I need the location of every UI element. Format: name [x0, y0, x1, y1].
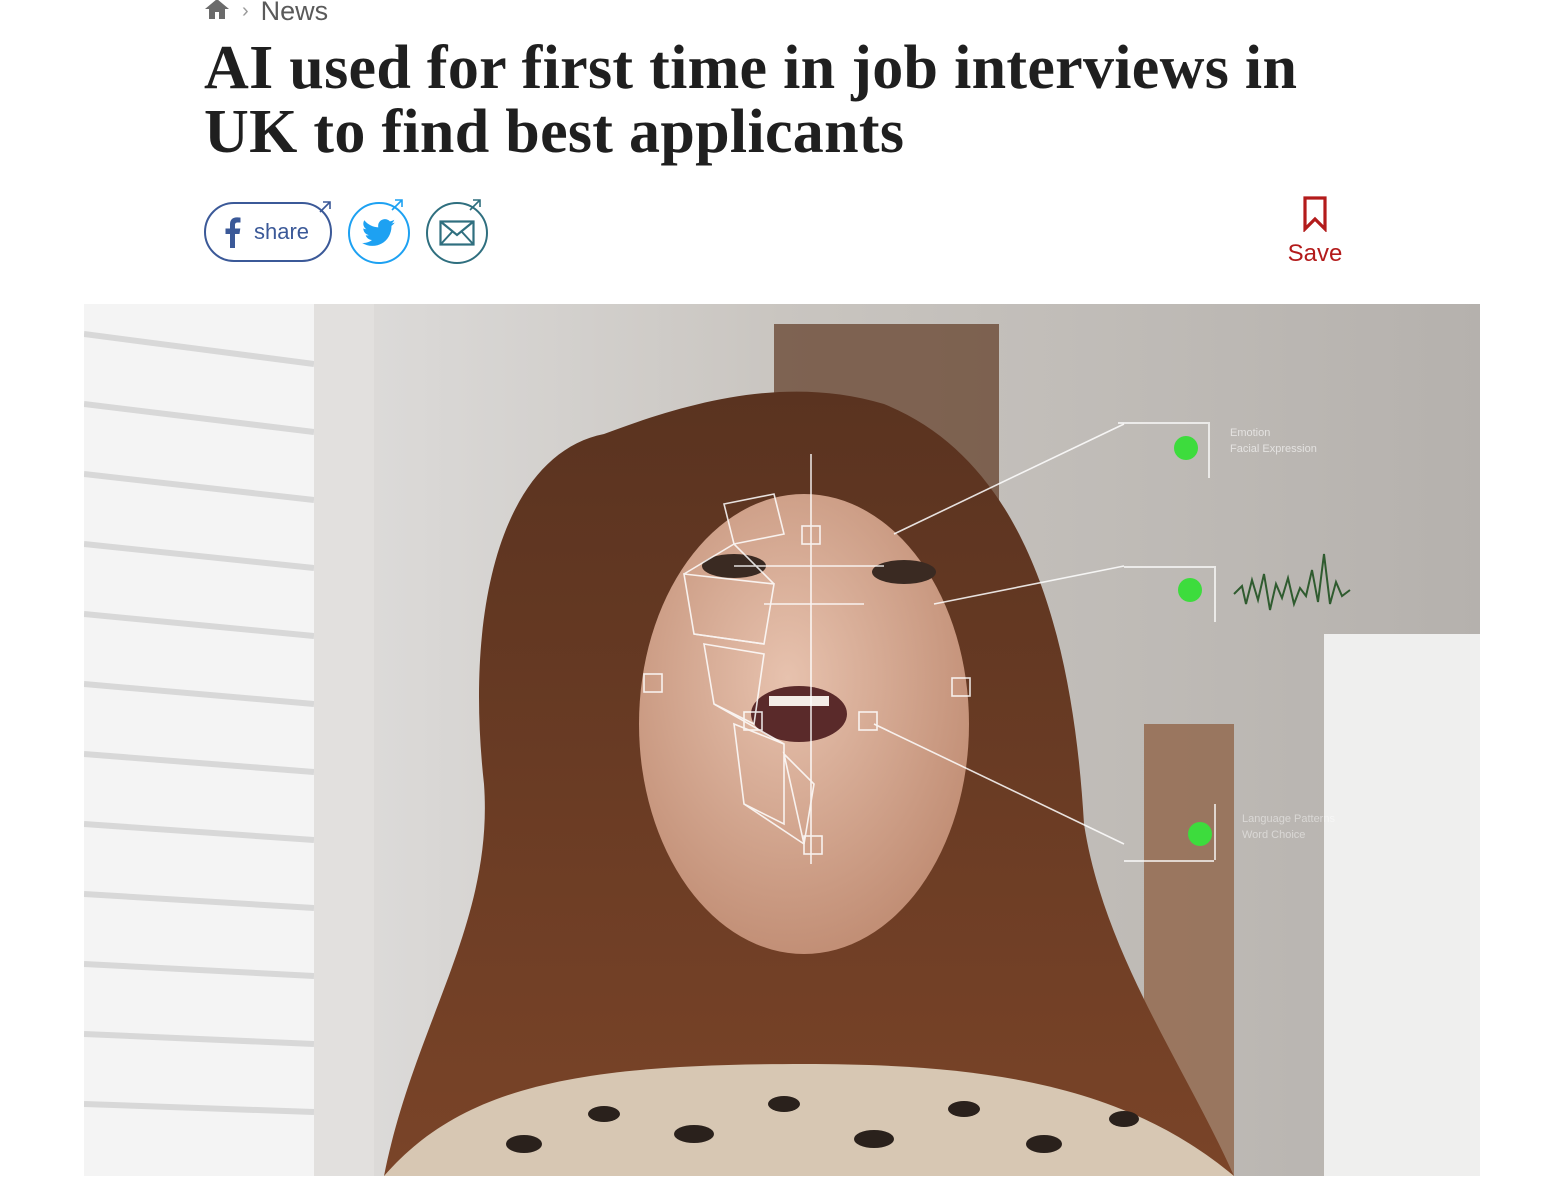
mail-icon [439, 220, 475, 246]
save-button[interactable]: Save [1282, 196, 1348, 268]
facebook-share-button[interactable]: share [204, 201, 332, 262]
overlay-label-emotion: Emotion [1230, 427, 1270, 439]
home-icon[interactable] [204, 0, 230, 27]
twitter-share-button[interactable] [348, 199, 410, 264]
bookmark-icon [1303, 196, 1327, 232]
overlay-label-facial-expression: Facial Expression [1230, 443, 1317, 455]
external-arrow-icon [469, 199, 481, 211]
breadcrumb-news-link[interactable]: News [261, 0, 329, 27]
external-arrow-icon [391, 199, 403, 211]
overlay-label-word-choice: Word Choice [1242, 829, 1305, 841]
breadcrumb: › News [204, 0, 328, 28]
breadcrumb-separator: › [242, 0, 249, 22]
overlay-label-language-patterns: Language Patterns [1242, 813, 1335, 825]
voice-indicator [1178, 578, 1202, 602]
save-label: Save [1287, 240, 1343, 267]
hero-image: Emotion Facial Expression Language Patte… [84, 304, 1480, 1176]
hero-illustration: Emotion Facial Expression Language Patte… [84, 304, 1480, 1176]
article-headline: AI used for first time in job interviews… [204, 34, 1298, 166]
emotion-indicator [1174, 436, 1198, 460]
twitter-icon [362, 219, 396, 246]
facebook-share-label: share [254, 219, 310, 244]
email-share-button[interactable] [426, 199, 488, 264]
facebook-icon [225, 217, 241, 248]
language-indicator [1188, 822, 1212, 846]
external-arrow-icon [319, 201, 331, 213]
